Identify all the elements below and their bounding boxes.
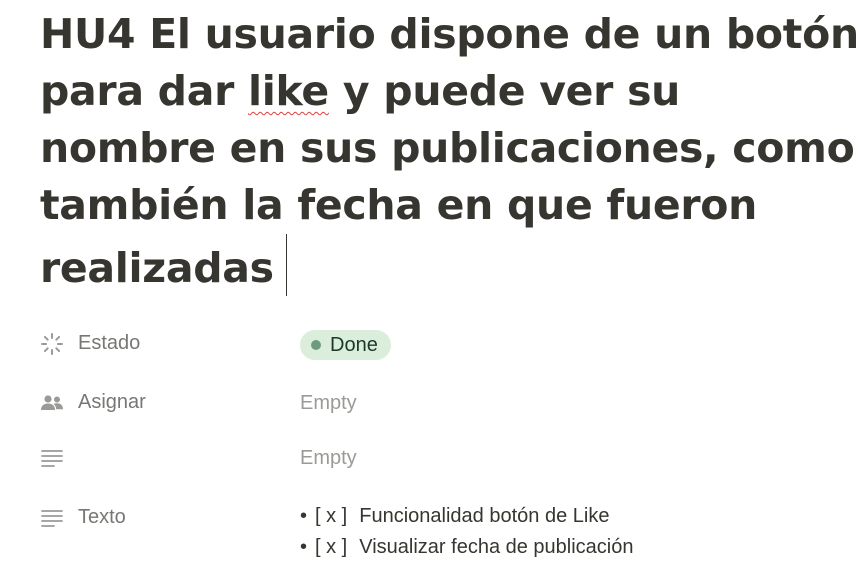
property-label-text: Texto [78, 506, 126, 528]
property-label-estado[interactable]: Estado [40, 332, 140, 355]
people-icon [40, 392, 66, 414]
misspelled-word[interactable]: like [248, 67, 329, 115]
checkbox-text: [ x ] [315, 505, 348, 527]
status-icon [40, 332, 66, 355]
property-value-untitled[interactable]: Empty [300, 447, 357, 470]
property-label-texto[interactable]: Texto [40, 506, 126, 529]
property-value-asignar[interactable]: Empty [300, 392, 357, 415]
property-value-texto[interactable]: • [ x ] Funcionalidad botón de Like • [ … [300, 501, 634, 563]
list-item-text: Funcionalidad botón de Like [359, 505, 610, 527]
checklist: • [ x ] Funcionalidad botón de Like • [ … [300, 501, 634, 563]
text-icon [40, 507, 66, 529]
property-value-estado[interactable]: Done [300, 330, 391, 360]
list-item[interactable]: • [ x ] Funcionalidad botón de Like [300, 501, 634, 532]
status-badge-label: Done [330, 333, 378, 356]
checkbox-text: [ x ] [315, 536, 348, 558]
property-label-text: Asignar [78, 391, 146, 413]
list-item-text: Visualizar fecha de publicación [359, 536, 634, 558]
list-item[interactable]: • [ x ] Visualizar fecha de publicación [300, 532, 634, 563]
property-label-untitled[interactable] [40, 447, 78, 469]
text-icon [40, 447, 66, 469]
property-label-text: Estado [78, 332, 141, 354]
property-label-asignar[interactable]: Asignar [40, 391, 146, 414]
bullet: • [300, 536, 308, 558]
text-cursor [285, 234, 288, 296]
bullet: • [300, 505, 308, 527]
status-dot [311, 340, 321, 350]
status-badge[interactable]: Done [300, 330, 391, 360]
page-title[interactable]: HU4 El usuario dispone de un botón para … [40, 6, 860, 297]
